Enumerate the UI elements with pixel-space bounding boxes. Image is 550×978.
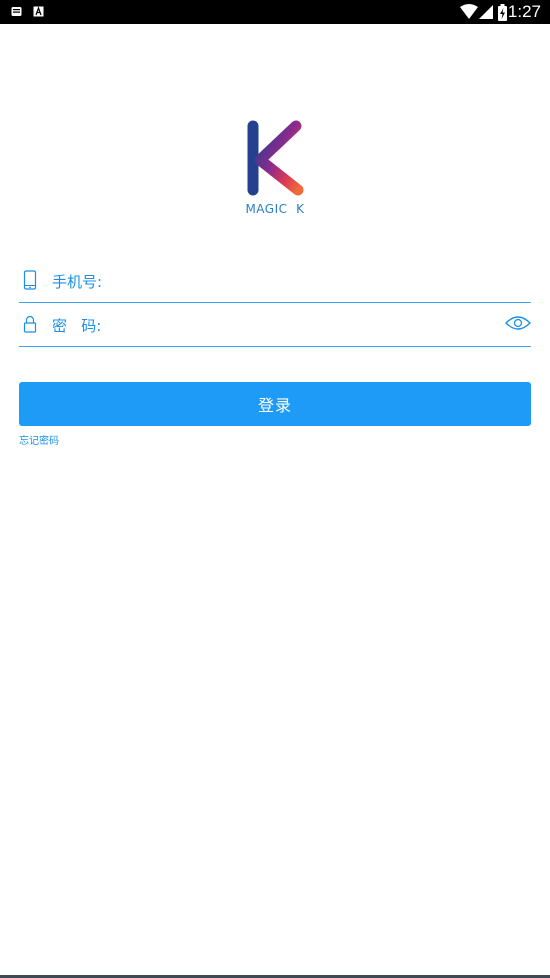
status-time: 1:27 xyxy=(507,2,541,21)
phone-input[interactable] xyxy=(123,266,493,294)
lock-icon xyxy=(23,315,37,333)
signal-icon xyxy=(479,5,493,19)
password-input[interactable] xyxy=(123,310,493,338)
mobile-phone-icon xyxy=(23,270,37,290)
status-bar: 1:27 xyxy=(0,0,550,24)
phone-field-row: 手机号: xyxy=(19,258,531,303)
phone-label: 手机号: xyxy=(52,273,103,291)
login-button[interactable]: 登录 xyxy=(19,382,531,426)
text-a-icon xyxy=(33,6,44,17)
battery-charging-icon xyxy=(498,4,507,21)
password-field-row: 密 码: xyxy=(19,302,531,347)
forgot-password-link[interactable]: 忘记密码 xyxy=(19,432,59,447)
notification-icon xyxy=(11,7,22,16)
wifi-icon xyxy=(460,4,478,19)
app-logo: MAGIC K xyxy=(240,118,310,222)
logo-text: MAGIC K xyxy=(245,202,305,216)
password-label: 密 码: xyxy=(52,317,102,335)
logo-k-icon xyxy=(247,120,304,196)
show-password-eye-icon[interactable] xyxy=(505,314,531,332)
